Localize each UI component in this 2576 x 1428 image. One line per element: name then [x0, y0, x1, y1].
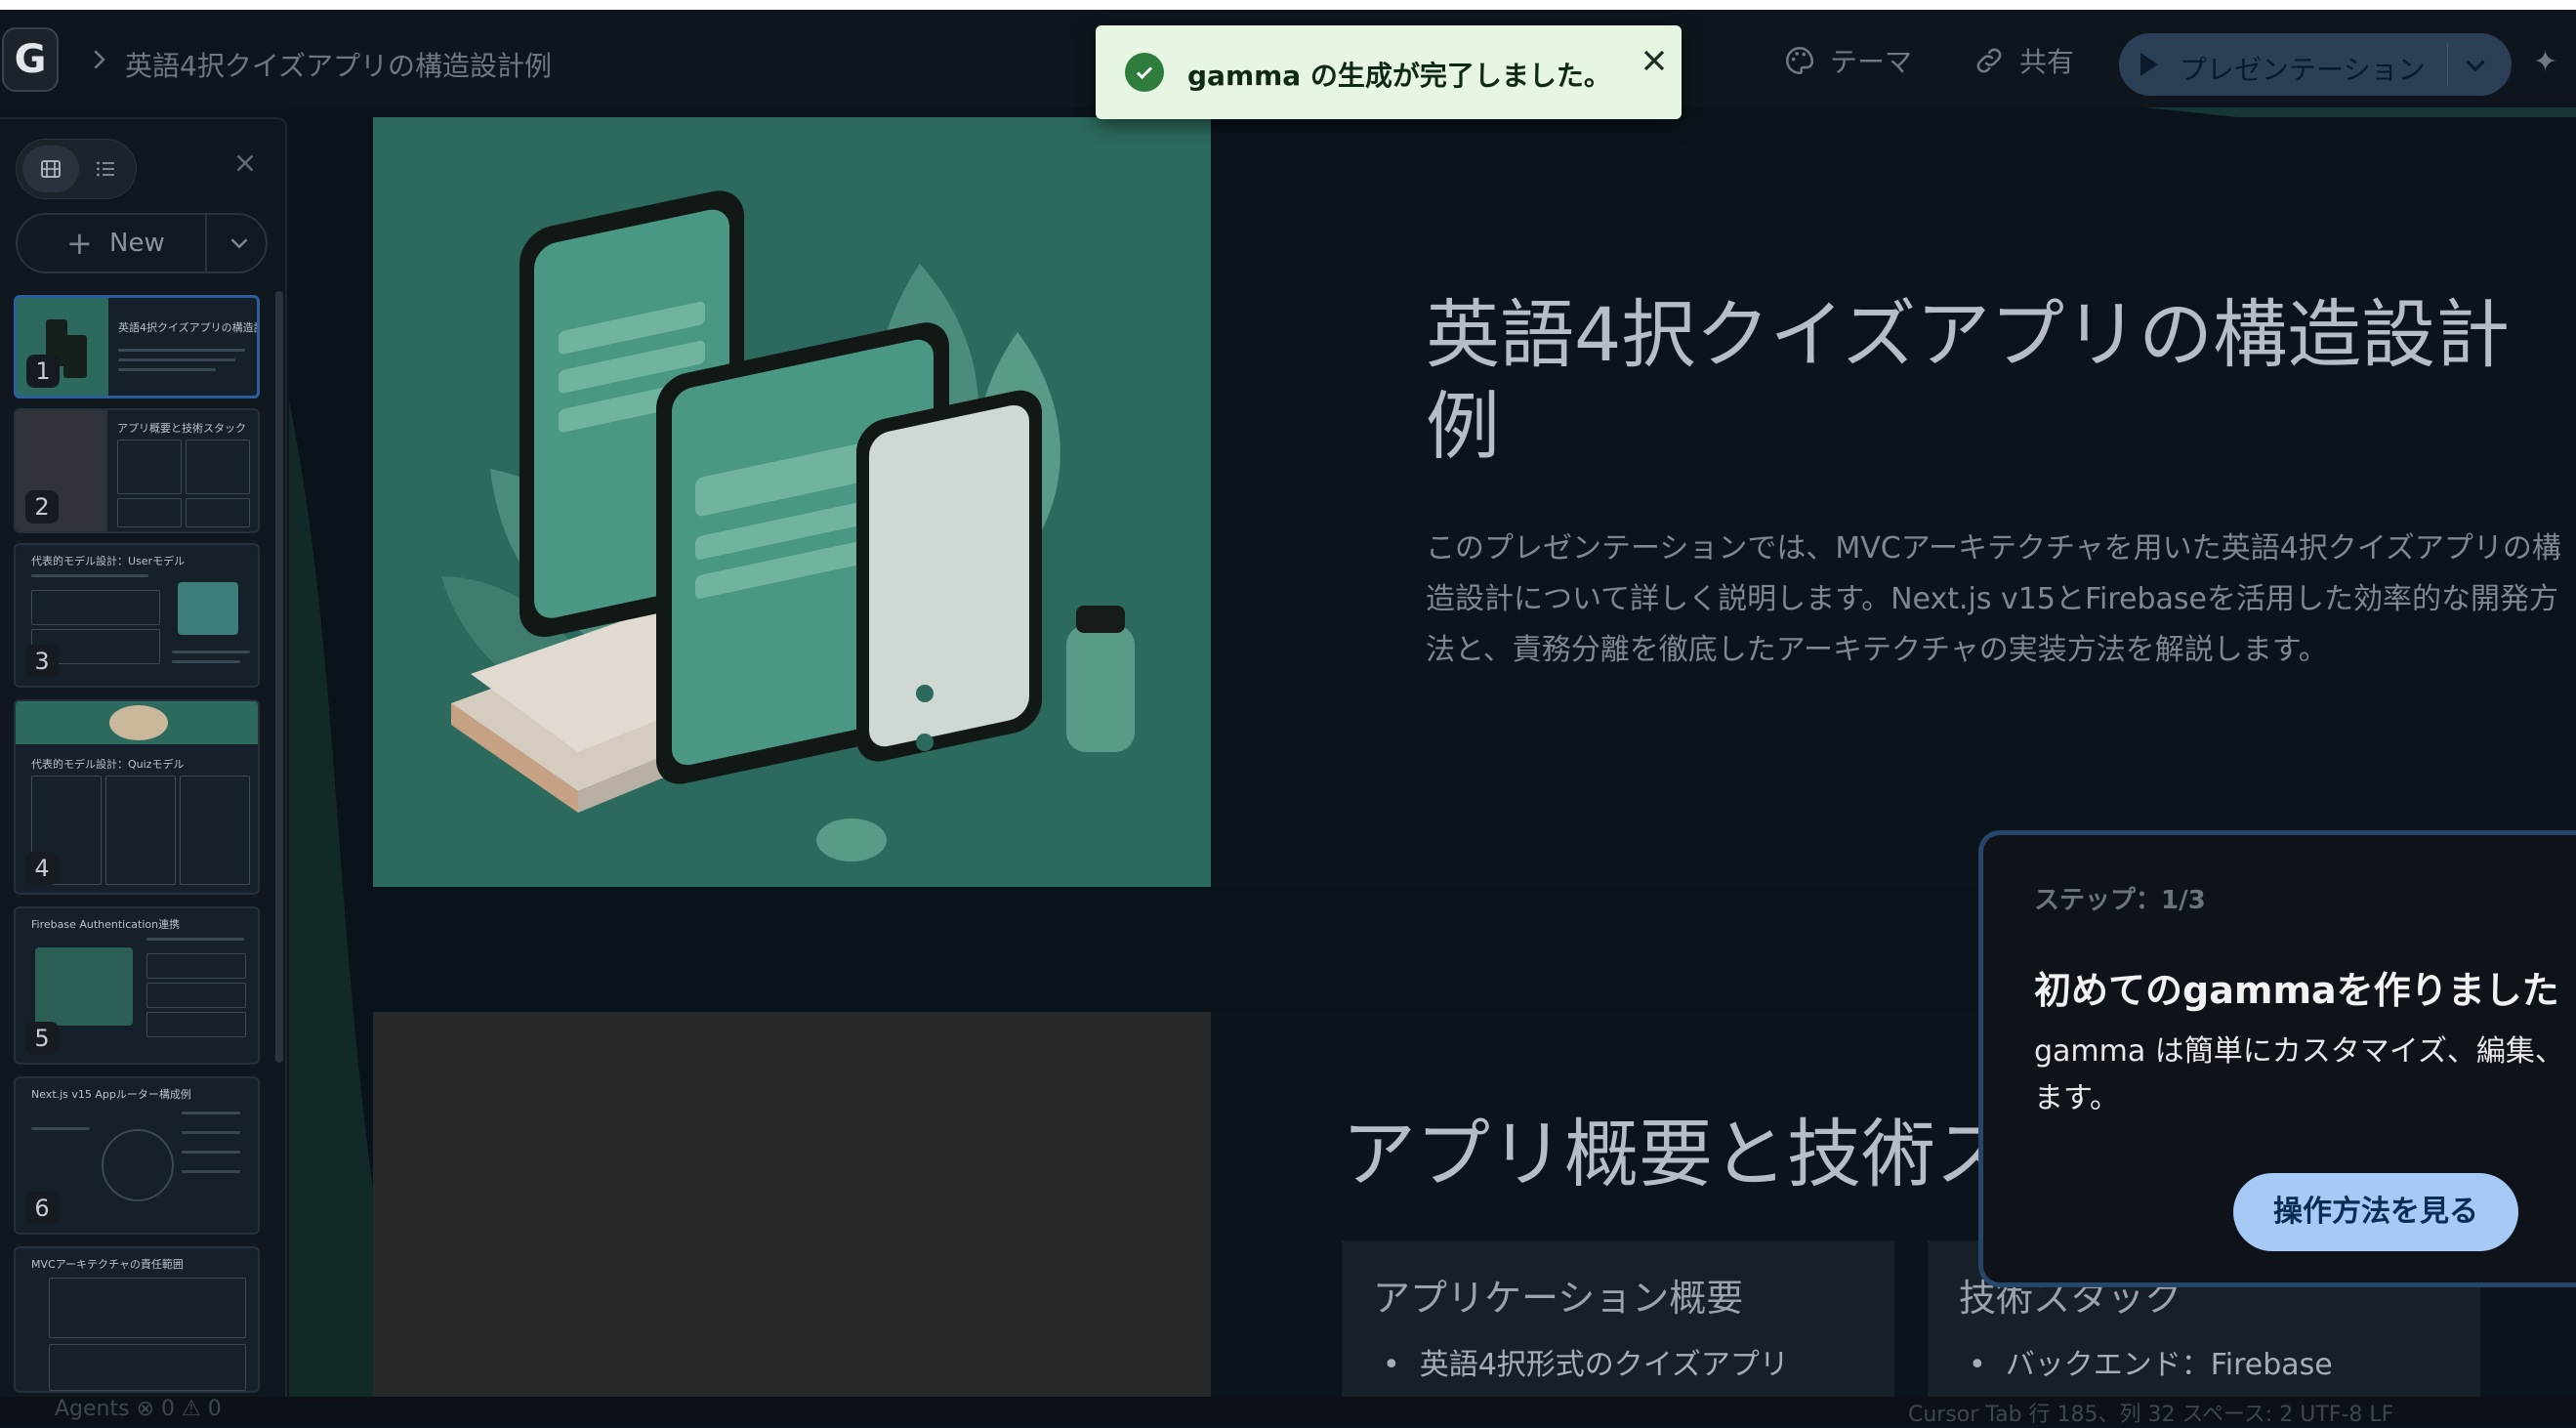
thumbnail-number: 5	[25, 1022, 59, 1055]
tech-stack-card-item: バックエンド：Firebase	[1969, 1340, 2333, 1383]
thumbnail-number: 6	[25, 1192, 59, 1225]
chevron-down-icon[interactable]	[225, 229, 254, 258]
gamma-logo-letter: G	[14, 37, 47, 82]
thumbnail-number: 4	[25, 852, 59, 885]
theme-label: テーマ	[1830, 46, 1913, 78]
present-button[interactable]: プレゼンテーション	[2119, 33, 2512, 96]
link-icon	[1976, 48, 2002, 73]
new-slide-button[interactable]: + New	[16, 213, 268, 273]
thumbnail-number: 1	[26, 355, 60, 388]
close-icon[interactable]	[1637, 43, 1672, 78]
view-how-to-button[interactable]: 操作方法を見る	[2233, 1173, 2518, 1251]
slide-thumbnail-5[interactable]: Firebase Authentication連携 5	[14, 906, 260, 1065]
thumbnail-title: 英語4択クイズアプリの構造設計例	[118, 321, 257, 334]
thumbnail-title: 代表的モデル設計：Userモデル	[31, 555, 186, 567]
top-window-edge	[0, 0, 2576, 10]
share-label: 共有	[2019, 46, 2075, 78]
document-title[interactable]: 英語4択クイズアプリの構造設計例	[125, 45, 552, 84]
tour-step-indicator: ステップ：1/3	[2034, 886, 2206, 915]
overview-card-item: 英語4択形式のクイズアプリ	[1383, 1340, 1789, 1383]
film-icon	[41, 160, 61, 178]
slide-thumbnail-1[interactable]: 英語4択クイズアプリの構造設計例 1	[14, 295, 260, 399]
thumbnail-number: 2	[25, 490, 59, 524]
chevron-right-icon	[94, 50, 105, 69]
sidebar-scrollbar[interactable]	[275, 291, 283, 1063]
gamma-logo-button[interactable]: G	[2, 27, 59, 92]
editor-status-bar: Agents ⊗ 0 ⚠ 0 Cursor Tab 行 185、列 32 スペー…	[0, 1397, 2576, 1427]
toast-message: gamma の生成が完了しました。	[1187, 60, 1611, 92]
slide-thumbnail-3[interactable]: 代表的モデル設計：Userモデル 3	[14, 543, 260, 688]
chevron-down-icon[interactable]	[2459, 49, 2492, 82]
tour-body: gamma は簡単にカスタマイズ、編集、ます。	[2034, 1034, 2564, 1115]
list-icon	[97, 161, 114, 177]
present-label: プレゼンテーション	[2180, 54, 2426, 86]
close-icon[interactable]	[230, 148, 260, 178]
slide-2-image	[373, 1012, 1211, 1397]
tour-title: 初めてのgammaを作りました	[2034, 969, 2559, 1012]
thumbnail-view-button[interactable]	[22, 146, 79, 192]
view-toggle	[16, 139, 137, 199]
play-icon	[2140, 53, 2158, 76]
new-divider	[205, 215, 207, 272]
slide-thumbnail-6[interactable]: Next.js v15 Appルーター構成例 6	[14, 1076, 260, 1235]
status-right[interactable]: Cursor Tab 行 185、列 32 スペース: 2 UTF-8 LF	[1908, 1397, 2393, 1428]
thumbnail-image	[16, 701, 258, 744]
status-left[interactable]: Agents ⊗ 0 ⚠ 0	[55, 1397, 222, 1421]
sparkle-icon[interactable]: ✦	[2533, 45, 2557, 79]
slide-1-body[interactable]: このプレゼンテーションでは、MVCアーキテクチャを用いた英語4択クイズアプリの構…	[1426, 524, 2576, 676]
slide-1-illustration	[373, 117, 1211, 887]
overview-card[interactable]: アプリケーション概要 英語4択形式のクイズアプリ	[1342, 1240, 1894, 1416]
share-button[interactable]: 共有	[1973, 41, 2074, 80]
palette-icon	[1785, 46, 1814, 75]
success-toast: gamma の生成が完了しました。	[1096, 25, 1682, 119]
overview-card-title: アプリケーション概要	[1373, 1277, 1744, 1320]
slide-thumbnail-4[interactable]: 代表的モデル設計：Quizモデル 4	[14, 699, 260, 895]
present-divider	[2447, 43, 2448, 86]
plus-icon: +	[66, 225, 93, 262]
thumbnail-title: MVCアーキテクチャの責任範囲	[31, 1258, 184, 1271]
phone-illustration	[441, 190, 1135, 861]
check-circle-icon	[1125, 53, 1164, 92]
theme-button[interactable]: テーマ	[1783, 41, 1912, 80]
new-label: New	[109, 229, 165, 258]
thumbnail-title: Next.js v15 Appルーター構成例	[31, 1088, 191, 1101]
slide-sidebar: + New 英語4択クイズアプリの構造設計例 1 アプリ概要と技術スタック 2 …	[0, 117, 287, 1397]
thumbnail-title: アプリ概要と技術スタック	[117, 422, 246, 435]
thumbnail-title: Firebase Authentication連携	[31, 918, 181, 931]
list-view-button[interactable]	[77, 146, 134, 192]
thumbnail-number: 3	[25, 645, 59, 678]
thumbnail-title: 代表的モデル設計：Quizモデル	[31, 758, 185, 771]
slide-thumbnail-7[interactable]: MVCアーキテクチャの責任範囲	[14, 1246, 260, 1393]
slide-thumbnail-2[interactable]: アプリ概要と技術スタック 2	[14, 408, 260, 533]
slide-1-title[interactable]: 英語4択クイズアプリの構造設計例	[1426, 289, 2576, 473]
onboarding-tour-popup: ステップ：1/3 初めてのgammaを作りました gamma は簡単にカスタマイ…	[1978, 830, 2576, 1287]
slide-1[interactable]: 英語4択クイズアプリの構造設計例 このプレゼンテーションでは、MVCアーキテクチ…	[373, 117, 2576, 887]
